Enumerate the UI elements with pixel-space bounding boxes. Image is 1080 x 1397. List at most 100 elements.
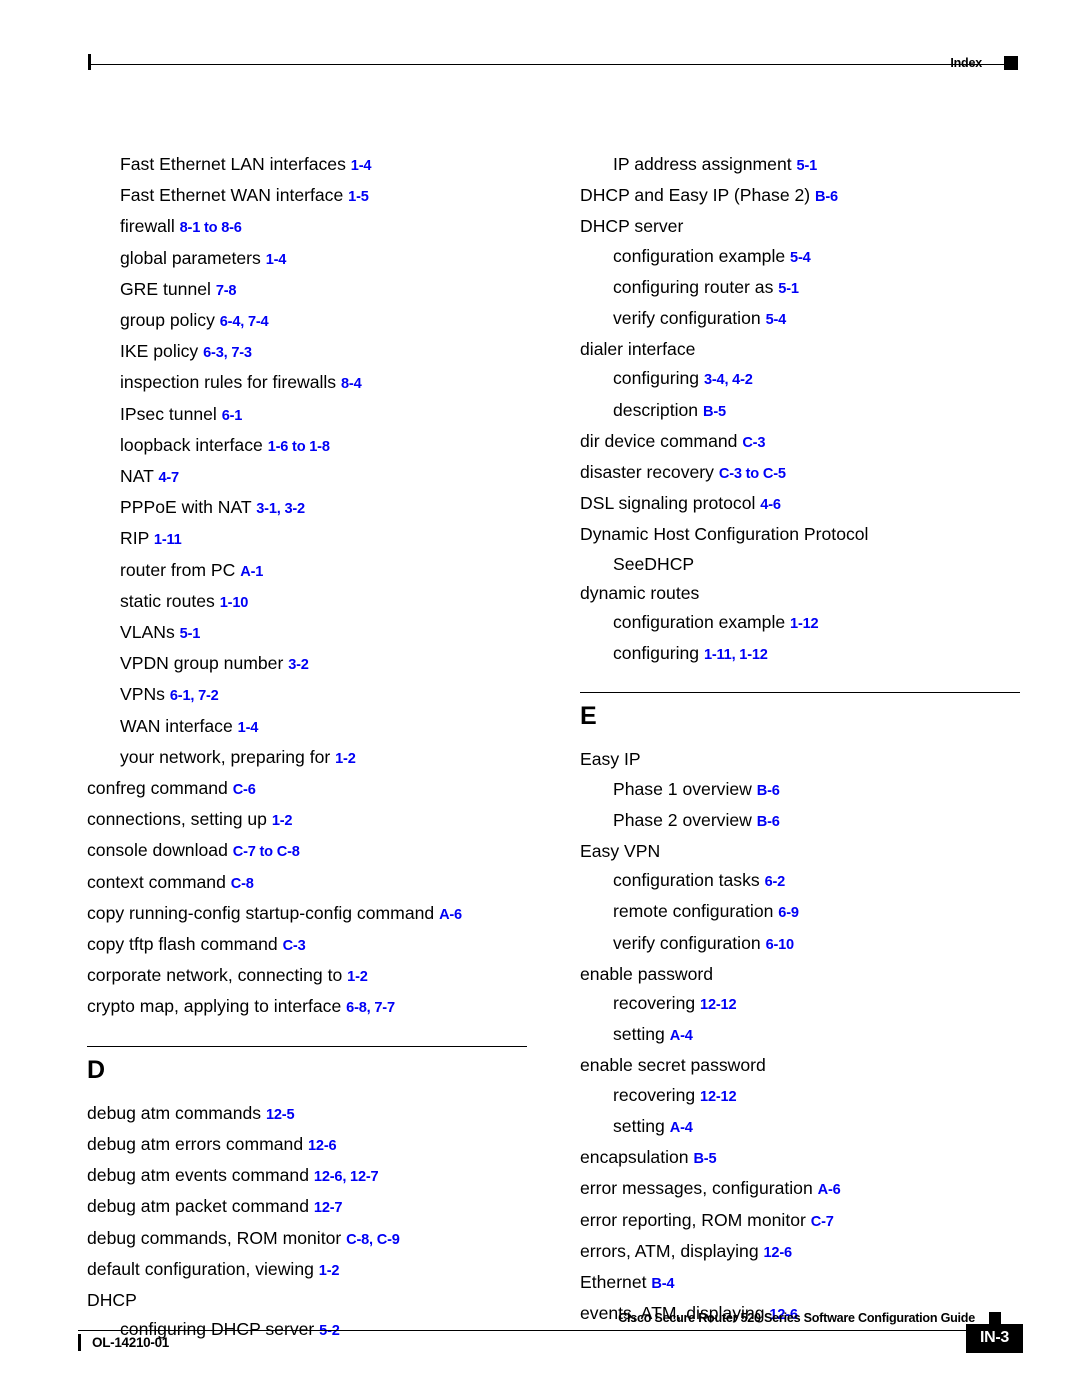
- index-entry-term: enable secret password: [580, 1055, 766, 1076]
- index-entry: IPsec tunnel 6-1: [87, 400, 527, 431]
- index-entry-locator[interactable]: B-4: [651, 1276, 674, 1292]
- index-entry-term: DSL signaling protocol: [580, 493, 756, 514]
- index-entry: configuration tasks 6-2: [580, 866, 1020, 897]
- index-entry-locator[interactable]: C-8, C-9: [346, 1232, 400, 1248]
- index-entry-locator[interactable]: 7-8: [216, 283, 237, 299]
- index-entry-locator[interactable]: B-6: [815, 189, 838, 205]
- index-entry: error messages, configuration A-6: [580, 1174, 1020, 1205]
- index-entry-locator[interactable]: 6-3, 7-3: [203, 345, 252, 361]
- index-entry-locator[interactable]: 1-2: [272, 813, 293, 829]
- header-square-marker: [1004, 56, 1018, 70]
- index-entry-locator[interactable]: 12-6, 12-7: [314, 1169, 379, 1185]
- index-entry-locator[interactable]: 1-4: [238, 720, 259, 736]
- index-entry: Fast Ethernet LAN interfaces 1-4: [87, 150, 527, 181]
- index-entry-term: Fast Ethernet LAN interfaces: [120, 154, 346, 174]
- letter-section-rule: [87, 1045, 527, 1047]
- index-entry-locator[interactable]: 1-6 to 1-8: [268, 439, 330, 455]
- index-entry-locator[interactable]: C-7 to C-8: [233, 844, 300, 860]
- index-entry-locator[interactable]: 3-4, 4-2: [704, 372, 753, 388]
- index-entry-locator[interactable]: 1-11, 1-12: [704, 647, 768, 663]
- index-entry-term: dialer interface: [580, 339, 696, 360]
- index-entry-term: PPPoE with NAT: [120, 497, 252, 518]
- index-entry-locator[interactable]: 12-7: [314, 1200, 343, 1216]
- index-entry: copy tftp flash command C-3: [87, 930, 527, 961]
- index-entry-locator[interactable]: 1-2: [335, 751, 356, 767]
- index-entry-locator[interactable]: 4-6: [760, 497, 781, 513]
- index-entry-term: enable password: [580, 963, 714, 984]
- index-entry-locator[interactable]: 1-4: [266, 252, 287, 268]
- index-entry-locator[interactable]: C-6: [233, 782, 256, 798]
- index-entry-locator[interactable]: 4-7: [158, 470, 179, 486]
- index-entry-locator[interactable]: 5-1: [778, 281, 799, 297]
- index-entry-locator[interactable]: 1-2: [319, 1263, 340, 1279]
- index-entry-locator[interactable]: 5-1: [180, 626, 201, 642]
- index-entry-locator[interactable]: 12-5: [266, 1107, 295, 1123]
- index-entry-locator[interactable]: B-6: [757, 783, 780, 799]
- index-entry: VLANs 5-1: [87, 618, 527, 649]
- index-entry: encapsulation B-5: [580, 1143, 1020, 1174]
- index-entry-locator[interactable]: 1-11: [154, 532, 182, 548]
- index-entry-locator[interactable]: 6-8, 7-7: [346, 1000, 395, 1016]
- index-entry-locator[interactable]: 1-5: [348, 189, 369, 205]
- index-entry-term: static routes: [120, 590, 215, 611]
- index-entry-term: Phase 2 overview: [613, 809, 752, 830]
- index-entry-locator[interactable]: C-3: [742, 435, 765, 451]
- index-entry-locator[interactable]: 12-6: [764, 1245, 793, 1261]
- index-entry-locator[interactable]: 1-4: [351, 158, 372, 174]
- index-entry-term: encapsulation: [580, 1147, 689, 1168]
- index-entry-term: debug atm packet command: [87, 1196, 310, 1217]
- index-entry: context command C-8: [87, 868, 527, 899]
- index-entry-term: SeeDHCP: [613, 553, 695, 574]
- index-entry-locator[interactable]: C-7: [811, 1214, 834, 1230]
- index-entry: confreg command C-6: [87, 774, 527, 805]
- index-entry-term: connections, setting up: [87, 809, 267, 830]
- index-entry: IKE policy 6-3, 7-3: [87, 337, 527, 368]
- index-entry-locator[interactable]: 6-9: [778, 905, 799, 921]
- index-entry-term: console download: [87, 840, 228, 861]
- index-entry: connections, setting up 1-2: [87, 805, 527, 836]
- index-entry-term: IP address assignment: [613, 154, 792, 174]
- index-entry-locator[interactable]: 8-4: [341, 376, 362, 392]
- letter-section-rule: [580, 692, 1020, 694]
- index-entry-term: error reporting, ROM monitor: [580, 1209, 806, 1230]
- index-entry-locator[interactable]: 3-1, 3-2: [256, 501, 305, 517]
- index-entry: configuration example 1-12: [580, 608, 1020, 639]
- index-entry-locator[interactable]: 5-4: [766, 312, 787, 328]
- index-entry-locator[interactable]: C-3 to C-5: [719, 466, 786, 482]
- index-entry-locator[interactable]: 1-12: [790, 616, 819, 632]
- index-entry-locator[interactable]: C-8: [231, 876, 254, 892]
- index-entry-term: DHCP: [87, 1289, 137, 1310]
- index-entry: firewall 8-1 to 8-6: [87, 212, 527, 243]
- index-entry-locator[interactable]: A-6: [439, 907, 462, 923]
- index-entry-locator[interactable]: 1-2: [347, 969, 368, 985]
- header-edge-tick: [88, 54, 91, 70]
- index-entry-list-right-e: Easy IP Phase 1 overview B-6 Phase 2 overv…: [580, 745, 1020, 1330]
- index-entry-term: disaster recovery: [580, 462, 714, 483]
- index-entry-locator[interactable]: B-5: [693, 1151, 716, 1167]
- index-entry: default configuration, viewing 1-2: [87, 1255, 527, 1286]
- index-entry-locator[interactable]: 5-1: [797, 158, 818, 174]
- index-entry: recovering 12-12: [580, 989, 1020, 1020]
- index-entry-locator[interactable]: A-4: [670, 1028, 693, 1044]
- index-entry-locator[interactable]: 8-1 to 8-6: [180, 220, 242, 236]
- index-entry-locator[interactable]: 12-12: [700, 1089, 737, 1105]
- index-entry-locator[interactable]: A-4: [670, 1120, 693, 1136]
- index-entry-locator[interactable]: B-6: [757, 814, 780, 830]
- index-entry-locator[interactable]: C-3: [283, 938, 306, 954]
- index-entry-locator[interactable]: 12-6: [308, 1138, 337, 1154]
- index-entry-locator[interactable]: 5-4: [790, 250, 811, 266]
- index-entry-locator[interactable]: 3-2: [288, 657, 309, 673]
- index-entry-locator[interactable]: A-1: [240, 564, 263, 580]
- index-entry: group policy 6-4, 7-4: [87, 306, 527, 337]
- index-entry-locator[interactable]: 6-1, 7-2: [170, 688, 219, 704]
- index-entry-locator[interactable]: 12-12: [700, 997, 737, 1013]
- index-entry-locator[interactable]: B-5: [703, 404, 726, 420]
- index-entry-locator[interactable]: A-6: [818, 1182, 841, 1198]
- index-entry: description B-5: [580, 396, 1020, 427]
- index-entry-locator[interactable]: 6-1: [222, 408, 243, 424]
- index-entry-locator[interactable]: 6-10: [766, 937, 795, 953]
- index-entry-locator[interactable]: 1-10: [220, 595, 249, 611]
- index-entry-locator[interactable]: 6-2: [765, 874, 786, 890]
- header-rule: [88, 64, 1018, 65]
- index-entry-locator[interactable]: 6-4, 7-4: [220, 314, 269, 330]
